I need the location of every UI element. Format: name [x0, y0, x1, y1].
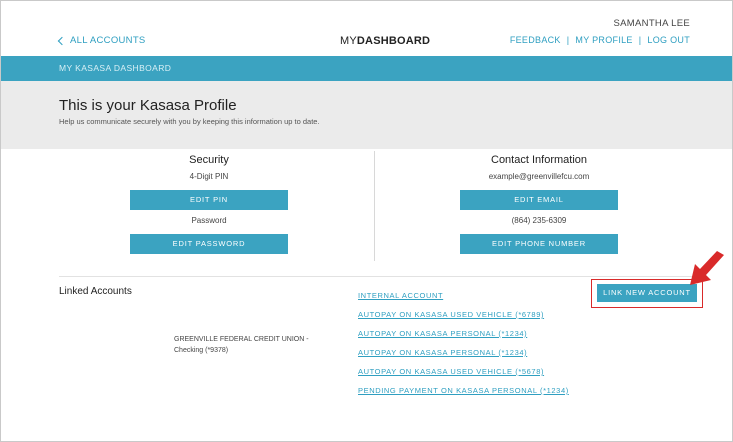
- column-divider: [374, 151, 375, 261]
- linked-account-link[interactable]: AUTOPAY ON KASASA PERSONAL (*1234): [358, 329, 569, 348]
- linked-account-link[interactable]: AUTOPAY ON KASASA USED VEHICLE (*5678): [358, 367, 569, 386]
- arrow-shape: [690, 251, 724, 285]
- security-section: Security 4-Digit PIN EDIT PIN Password E…: [109, 151, 309, 254]
- security-title: Security: [189, 154, 229, 166]
- page-title: This is your Kasasa Profile: [59, 97, 237, 114]
- linked-accounts-title: Linked Accounts: [59, 286, 132, 297]
- log-out-link[interactable]: LOG OUT: [647, 35, 690, 45]
- linked-account-link[interactable]: AUTOPAY ON KASASA USED VEHICLE (*6789): [358, 310, 569, 329]
- bank-account-name: GREENVILLE FEDERAL CREDIT UNION - Checki…: [174, 334, 324, 356]
- profile-header: This is your Kasasa Profile Help us comm…: [1, 81, 732, 149]
- header-links: FEEDBACK | MY PROFILE | LOG OUT: [510, 35, 690, 45]
- link-new-account-button[interactable]: LINK NEW ACCOUNT: [597, 284, 697, 302]
- linked-account-link[interactable]: AUTOPAY ON KASASA PERSONAL (*1234): [358, 348, 569, 367]
- pointer-arrow-icon: [690, 251, 724, 285]
- link-separator: |: [638, 35, 642, 45]
- dashboard-bar-label: MY KASASA DASHBOARD: [59, 63, 172, 73]
- brand-bold: DASHBOARD: [356, 35, 431, 47]
- pin-label: 4-Digit PIN: [189, 172, 229, 181]
- link-separator: |: [566, 35, 570, 45]
- edit-email-button[interactable]: EDIT EMAIL: [460, 190, 618, 210]
- top-navigation: ALL ACCOUNTS MYDASHBOARD SAMANTHA LEE FE…: [1, 1, 732, 55]
- page-frame: ALL ACCOUNTS MYDASHBOARD SAMANTHA LEE FE…: [0, 0, 733, 442]
- dashboard-bar: MY KASASA DASHBOARD: [1, 56, 732, 81]
- my-profile-link[interactable]: MY PROFILE: [575, 35, 632, 45]
- contact-section: Contact Information example@greenvillefc…: [439, 151, 639, 254]
- chevron-left-icon: [57, 36, 67, 45]
- brand-light: MY: [340, 35, 357, 47]
- section-divider: [59, 276, 699, 277]
- phone-value: (864) 235-6309: [511, 216, 567, 225]
- feedback-link[interactable]: FEEDBACK: [510, 35, 561, 45]
- linked-account-link[interactable]: PENDING PAYMENT ON KASASA PERSONAL (*123…: [358, 386, 569, 405]
- linked-accounts-list: INTERNAL ACCOUNT AUTOPAY ON KASASA USED …: [358, 291, 569, 405]
- page-subtitle: Help us communicate securely with you by…: [59, 117, 320, 126]
- brand-logo: MYDASHBOARD: [340, 35, 430, 47]
- all-accounts-label: ALL ACCOUNTS: [70, 35, 146, 46]
- bank-account-line: Checking (*9378): [174, 347, 229, 354]
- contact-title: Contact Information: [491, 154, 587, 166]
- edit-phone-button[interactable]: EDIT PHONE NUMBER: [460, 234, 618, 254]
- edit-password-button[interactable]: EDIT PASSWORD: [130, 234, 288, 254]
- bank-name-line: GREENVILLE FEDERAL CREDIT UNION -: [174, 336, 309, 343]
- email-value: example@greenvillefcu.com: [488, 172, 590, 181]
- edit-pin-button[interactable]: EDIT PIN: [130, 190, 288, 210]
- all-accounts-link[interactable]: ALL ACCOUNTS: [57, 35, 146, 46]
- linked-account-link[interactable]: INTERNAL ACCOUNT: [358, 291, 569, 310]
- user-name: SAMANTHA LEE: [613, 18, 690, 29]
- password-label: Password: [191, 216, 227, 225]
